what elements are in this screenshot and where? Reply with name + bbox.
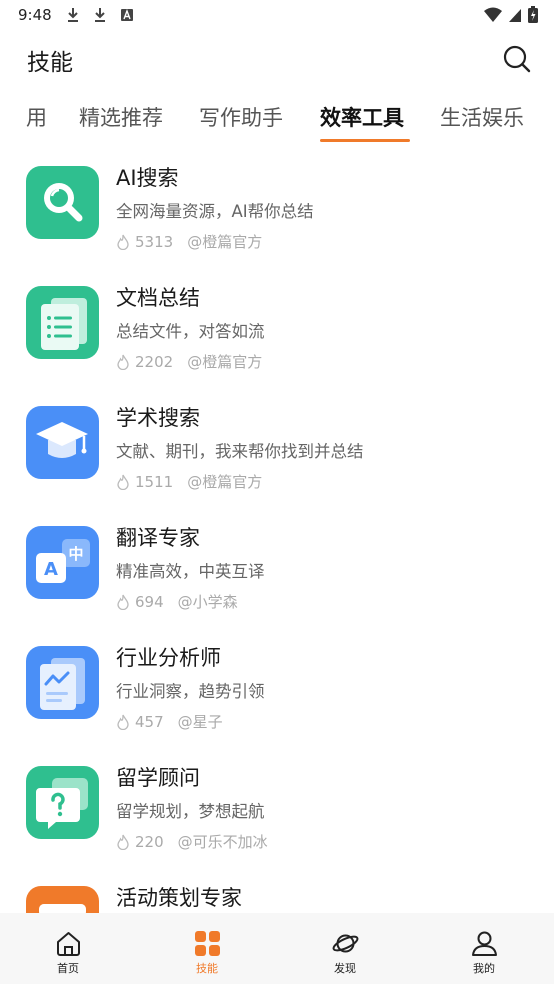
usage-count: 1511 <box>135 472 174 491</box>
tab-writing-assistant[interactable]: 写作助手 <box>199 102 283 132</box>
active-tab-indicator <box>320 139 410 142</box>
skill-author: @星子 <box>177 713 223 731</box>
nav-label: 技能 <box>196 962 218 975</box>
skill-item-study-abroad[interactable]: 留学顾问 留学规划，梦想起航 220 @可乐不加冰 <box>0 750 554 870</box>
skill-author: @橙篇官方 <box>187 233 263 251</box>
battery-icon <box>528 6 538 23</box>
signal-icon <box>509 8 521 22</box>
skill-item-industry-analyst[interactable]: 行业分析师 行业洞察，趋势引领 457 @星子 <box>0 630 554 750</box>
calendar-icon <box>26 886 99 913</box>
bottom-nav: 首页 技能 发现 我的 <box>0 913 554 984</box>
nav-label: 首页 <box>57 962 79 975</box>
skill-meta: 694 @小学森 <box>116 591 238 612</box>
skill-description: 总结文件，对答如流 <box>116 322 265 341</box>
skill-title: 学术搜索 <box>116 406 200 430</box>
usage-count: 5313 <box>135 232 174 251</box>
download-icon <box>95 8 105 22</box>
skill-description: 全网海量资源，AI帮你总结 <box>116 202 314 221</box>
skill-description: 留学规划，梦想起航 <box>116 802 265 821</box>
planet-icon <box>332 934 359 953</box>
skill-item-translator[interactable]: 中 A 翻译专家 精准高效，中英互译 694 @小学森 <box>0 510 554 630</box>
skill-author: @可乐不加冰 <box>177 833 268 851</box>
skill-title: 文档总结 <box>116 286 200 310</box>
svg-text:A: A <box>44 559 58 580</box>
skill-item-ai-search[interactable]: AI搜索 全网海量资源，AI帮你总结 5313 @橙篇官方 <box>0 150 554 270</box>
skill-title: 行业分析师 <box>116 646 221 670</box>
skill-title: 留学顾问 <box>116 766 200 790</box>
skill-meta: 2202 @橙篇官方 <box>116 351 262 372</box>
skill-meta: 220 @可乐不加冰 <box>116 831 268 852</box>
skill-item-event-planner[interactable]: 活动策划专家 <box>0 870 554 913</box>
nav-label: 我的 <box>473 962 495 975</box>
category-tabs: 用 精选推荐 写作助手 效率工具 生活娱乐 <box>0 96 554 146</box>
fire-icon <box>117 834 129 850</box>
usage-count: 220 <box>135 832 164 851</box>
tab-efficiency-tools[interactable]: 效率工具 <box>320 102 404 132</box>
graduation-cap-icon <box>26 406 99 479</box>
svg-text:中: 中 <box>68 545 83 563</box>
status-time: 9:48 <box>18 6 52 24</box>
skill-title: 活动策划专家 <box>116 886 242 910</box>
usage-count: 694 <box>135 592 164 611</box>
skill-description: 精准高效，中英互译 <box>116 562 265 581</box>
font-a-icon <box>121 9 133 21</box>
trend-chart-icon <box>26 646 99 719</box>
skill-author: @橙篇官方 <box>187 353 263 371</box>
nav-label: 发现 <box>334 962 356 975</box>
fire-icon <box>117 234 129 250</box>
grid-icon <box>195 931 220 956</box>
skill-item-academic-search[interactable]: 学术搜索 文献、期刊，我来帮你找到并总结 1511 @橙篇官方 <box>0 390 554 510</box>
skill-item-doc-summary[interactable]: 文档总结 总结文件，对答如流 2202 @橙篇官方 <box>0 270 554 390</box>
download-icon <box>68 8 78 22</box>
person-icon <box>472 931 497 956</box>
page-title: 技能 <box>27 50 73 76</box>
search-icon[interactable] <box>502 44 532 74</box>
nav-home[interactable]: 首页 <box>23 913 113 984</box>
app-header: 技能 <box>0 32 554 84</box>
skill-meta: 457 @星子 <box>116 711 223 732</box>
nav-skills[interactable]: 技能 <box>162 913 252 984</box>
tab-lifestyle[interactable]: 生活娱乐 <box>440 102 524 132</box>
skill-meta: 5313 @橙篇官方 <box>116 231 262 252</box>
tab-yong[interactable]: 用 <box>26 102 47 132</box>
home-icon <box>57 932 80 956</box>
nav-discover[interactable]: 发现 <box>300 913 390 984</box>
skill-author: @小学森 <box>177 593 238 611</box>
skill-title: AI搜索 <box>116 166 179 190</box>
status-indicators <box>484 6 538 23</box>
search-icon <box>26 166 99 239</box>
fire-icon <box>117 714 129 730</box>
nav-profile[interactable]: 我的 <box>439 913 529 984</box>
fire-icon <box>117 474 129 490</box>
document-list-icon <box>26 286 99 359</box>
wifi-icon <box>484 7 502 22</box>
fire-icon <box>117 594 129 610</box>
skill-author: @橙篇官方 <box>187 473 263 491</box>
skill-description: 文献、期刊，我来帮你找到并总结 <box>116 442 364 461</box>
fire-icon <box>117 354 129 370</box>
usage-count: 2202 <box>135 352 174 371</box>
question-bubble-icon <box>26 766 99 839</box>
usage-count: 457 <box>135 712 164 731</box>
skill-title: 翻译专家 <box>116 526 200 550</box>
skill-meta: 1511 @橙篇官方 <box>116 471 262 492</box>
status-bar: 9:48 <box>0 0 554 30</box>
translate-icon: 中 A <box>26 526 99 599</box>
skill-list: AI搜索 全网海量资源，AI帮你总结 5313 @橙篇官方 文档总结 总结文件，… <box>0 150 554 913</box>
skill-description: 行业洞察，趋势引领 <box>116 682 265 701</box>
tab-featured[interactable]: 精选推荐 <box>79 102 163 132</box>
